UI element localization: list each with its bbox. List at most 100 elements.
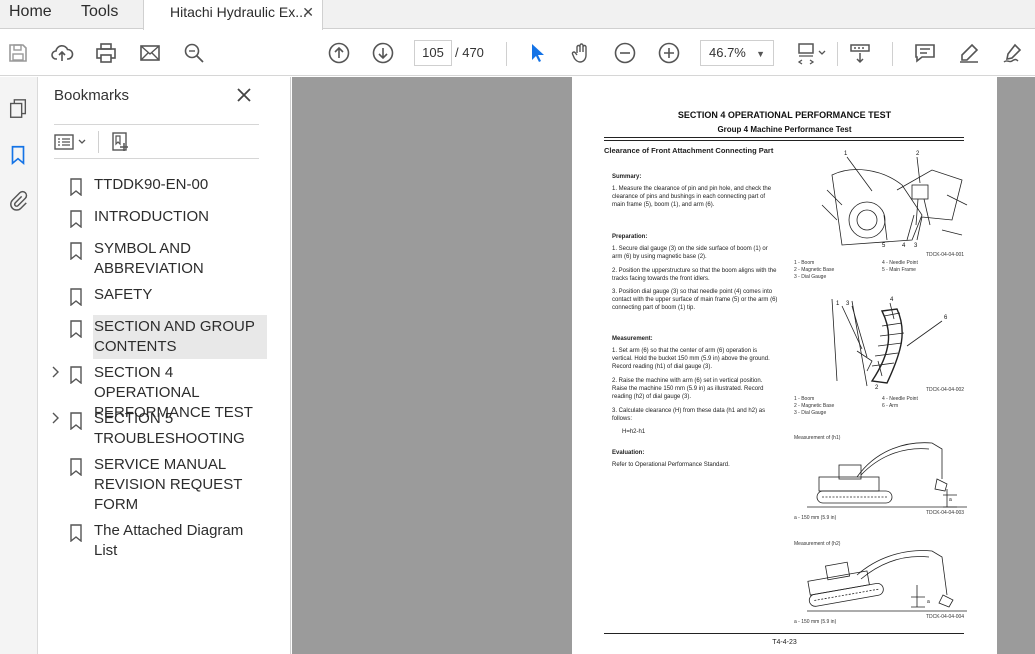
highlight-pen-icon[interactable]	[955, 39, 983, 67]
select-cursor-icon[interactable]	[523, 39, 551, 67]
bookmark-icon	[70, 524, 82, 542]
measurement-step: 3. Calculate clearance (H) from these da…	[612, 408, 766, 422]
preparation-step: 2. Position the upperstructure so that t…	[612, 268, 777, 282]
svg-text:3: 3	[846, 301, 850, 307]
measurement-step: 2. Raise the machine with arm (6) set in…	[612, 378, 764, 400]
preparation-step: 1. Secure dial gauge (3) on the side sur…	[612, 246, 768, 260]
bookmark-icon	[70, 178, 82, 196]
bookmarks-tools	[54, 124, 259, 159]
figure-id: TDCK-04-04-003	[926, 510, 965, 516]
figure-id: TDCK-04-04-004	[926, 614, 965, 620]
tab-document-label: Hitachi Hydraulic Ex...	[170, 4, 307, 20]
page-heading: Clearance of Front Attachment Connecting…	[604, 146, 774, 155]
bookmark-icon	[70, 320, 82, 338]
bookmark-label: TTDDK90-EN-00	[94, 176, 209, 193]
figure-caption: 4 - Needle Point 6 - Arm	[882, 396, 918, 409]
page-total-label: / 470	[455, 45, 484, 60]
bookmark-label: SECTION AND GROUP CONTENTS	[93, 315, 267, 359]
print-icon[interactable]	[92, 39, 120, 67]
sign-icon[interactable]	[999, 39, 1027, 67]
chevron-right-icon[interactable]	[51, 365, 61, 379]
chevron-down-icon: ▼	[756, 49, 765, 59]
page-rule	[604, 137, 964, 138]
tab-tools[interactable]: Tools	[81, 0, 118, 29]
toolbar-divider	[837, 42, 838, 66]
svg-text:a: a	[949, 497, 952, 503]
bookmark-icon	[70, 366, 82, 384]
page-number-input[interactable]: 105	[414, 40, 452, 66]
measurement-step: 1. Set arm (6) so that the center of arm…	[612, 348, 770, 370]
svg-text:6: 6	[944, 315, 948, 321]
zoom-level-value: 46.7%	[709, 45, 746, 60]
bookmark-icon	[70, 242, 82, 260]
evaluation-text: Refer to Operational Performance Standar…	[612, 462, 730, 468]
bookmarks-panel-title: Bookmarks	[54, 87, 130, 104]
email-icon[interactable]	[136, 39, 164, 67]
bookmark-icon	[70, 210, 82, 228]
bookmarks-rail-icon[interactable]	[4, 141, 32, 169]
page-section-title: SECTION 4 OPERATIONAL PERFORMANCE TEST	[677, 110, 892, 120]
zoom-in-icon[interactable]	[655, 39, 683, 67]
page-rule	[604, 633, 964, 634]
tab-home[interactable]: Home	[9, 0, 52, 29]
measurement-label: Measurement:	[612, 336, 653, 342]
formula: H=h2-h1	[622, 429, 646, 435]
evaluation-label: Evaluation:	[612, 450, 645, 456]
svg-text:2: 2	[875, 385, 879, 391]
svg-text:4: 4	[902, 243, 906, 249]
attachments-icon[interactable]	[4, 187, 32, 215]
document-page: SECTION 4 OPERATIONAL PERFORMANCE TEST G…	[572, 77, 997, 654]
previous-page-icon[interactable]	[325, 39, 353, 67]
bookmark-icon	[70, 288, 82, 306]
svg-text:2: 2	[916, 151, 920, 157]
figure-caption: 4 - Needle Point 5 - Main Frame	[882, 260, 918, 273]
bookmark-label: SERVICE MANUAL REVISION REQUEST FORM	[94, 456, 243, 513]
svg-text:3: 3	[914, 243, 918, 249]
add-bookmark-icon[interactable]	[109, 131, 131, 153]
main-toolbar: 105 / 470 46.7% ▼	[0, 30, 1035, 76]
left-navigation-rail	[0, 77, 38, 654]
upload-cloud-icon[interactable]	[48, 39, 76, 67]
bookmark-label: The Attached Diagram List	[94, 522, 244, 559]
bookmark-label: SAFETY	[94, 286, 153, 303]
zoom-level-select[interactable]: 46.7% ▼	[700, 40, 774, 66]
bookmarks-panel: Bookmarks TTDDK90-EN-00 INTRODUCTION SYM…	[39, 77, 325, 654]
page-footer-number: T4-4-23	[772, 639, 797, 646]
search-icon[interactable]	[180, 39, 208, 67]
close-icon[interactable]	[235, 86, 253, 104]
svg-text:1: 1	[836, 301, 840, 307]
document-viewport[interactable]: SECTION 4 OPERATIONAL PERFORMANCE TEST G…	[292, 77, 1035, 654]
tab-close-icon[interactable]: ✕	[302, 0, 314, 24]
svg-text:4: 4	[890, 297, 894, 303]
scroll-mode-icon[interactable]	[846, 39, 874, 67]
summary-label: Summary:	[612, 174, 642, 180]
excavator-h2-figure: a	[807, 550, 967, 612]
figure-caption: 1 - Boom 2 - Magnetic Base 3 - Dial Gaug…	[794, 396, 835, 416]
preparation-label: Preparation:	[612, 234, 648, 240]
bookmark-options-button[interactable]	[54, 131, 88, 153]
bookmark-label: INTRODUCTION	[94, 208, 209, 225]
hand-tool-icon[interactable]	[567, 39, 595, 67]
boom-connection-figure: 1 2 5 4 3	[821, 151, 968, 249]
bookmark-icon	[70, 458, 82, 476]
chevron-right-icon[interactable]	[51, 411, 61, 425]
excavator-h1-figure: a	[807, 442, 967, 508]
page-thumbnails-icon[interactable]	[4, 95, 32, 123]
figure-id: TDCK-04-04-002	[926, 387, 965, 393]
figure-caption: a - 150 mm (5.9 in)	[794, 619, 837, 625]
bookmark-label: SYMBOL AND ABBREVIATION	[94, 240, 204, 277]
save-icon[interactable]	[4, 39, 32, 67]
fit-page-icon[interactable]	[793, 39, 829, 67]
zoom-out-icon[interactable]	[611, 39, 639, 67]
toolbar-divider	[506, 42, 507, 66]
figure-caption: 1 - Boom 2 - Magnetic Base 3 - Dial Gaug…	[794, 260, 835, 280]
svg-text:5: 5	[882, 243, 886, 249]
comment-icon[interactable]	[911, 39, 939, 67]
toolbar-divider	[892, 42, 893, 66]
figure-id: TDCK-04-04-001	[926, 252, 965, 258]
page-group-title: Group 4 Machine Performance Test	[717, 125, 852, 134]
bookmark-label: SECTION 5 TROUBLESHOOTING	[94, 410, 245, 447]
next-page-icon[interactable]	[369, 39, 397, 67]
tab-document[interactable]: Hitachi Hydraulic Ex... ✕	[143, 0, 323, 30]
figure-caption: a - 150 mm (5.9 in)	[794, 515, 837, 521]
